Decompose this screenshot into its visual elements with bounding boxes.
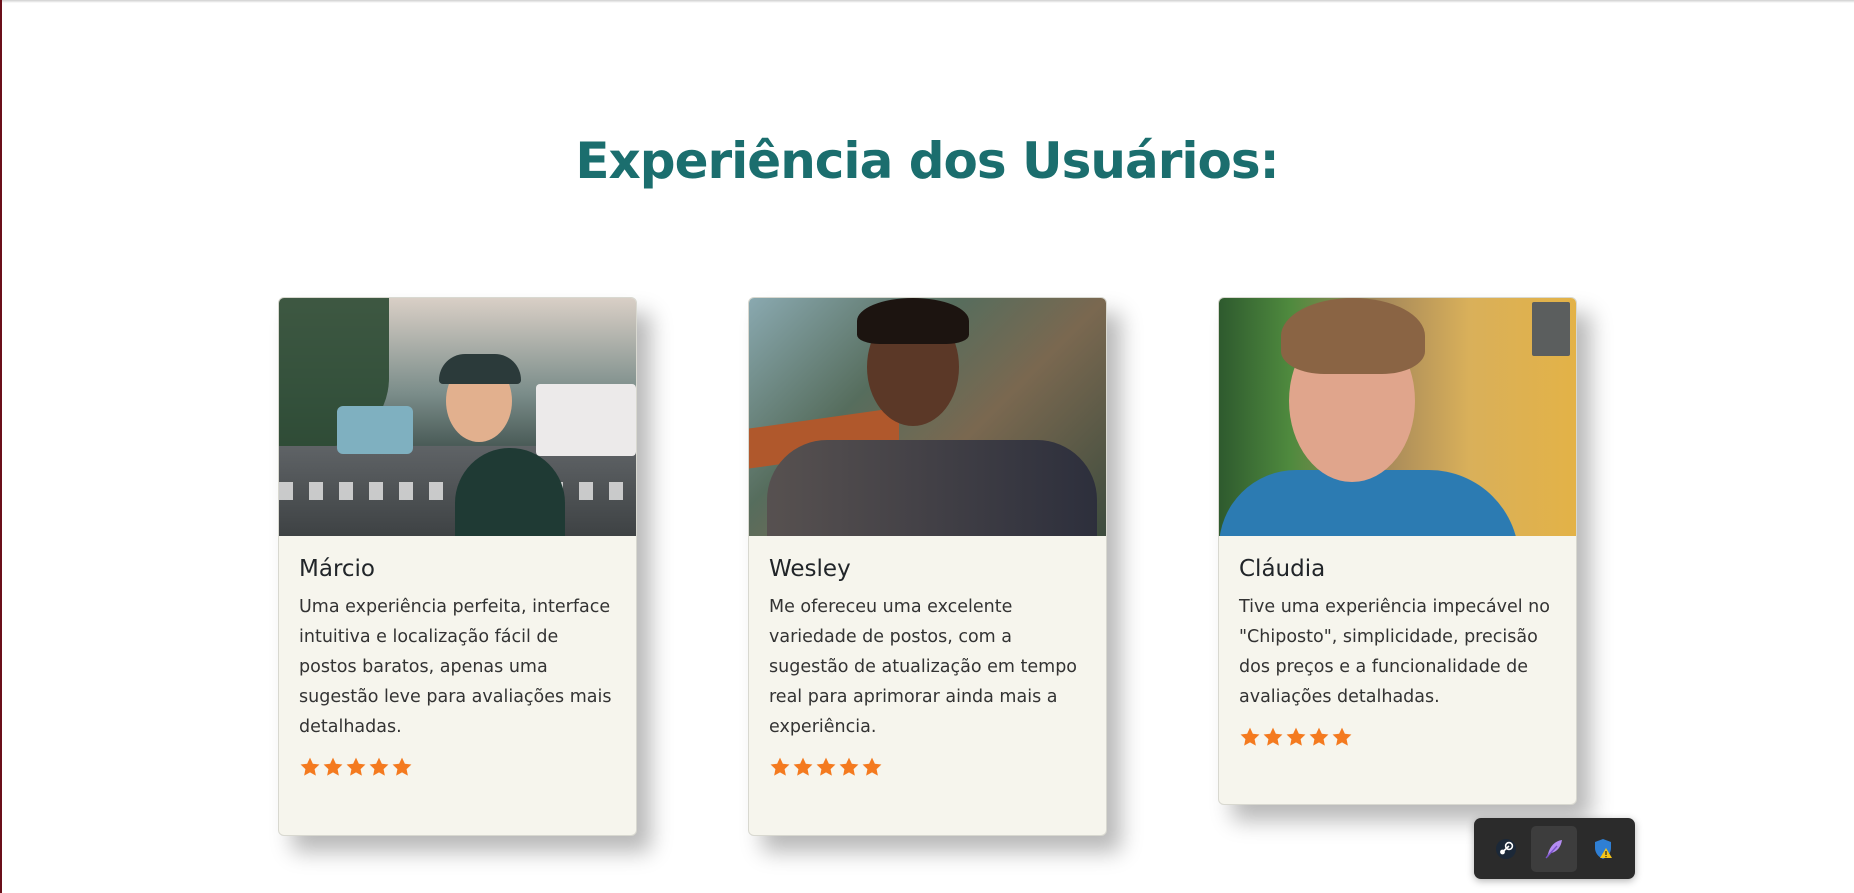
star-icon	[815, 756, 837, 778]
star-icon	[1262, 726, 1284, 748]
testimonial-text: Me ofereceu uma excelente variedade de p…	[769, 597, 1078, 737]
user-name: Márcio	[299, 556, 375, 582]
section-title: Experiência dos Usuários:	[575, 132, 1279, 190]
user-photo	[1219, 298, 1576, 536]
star-icon	[322, 756, 344, 778]
user-photo	[279, 298, 636, 536]
star-icon	[838, 756, 860, 778]
shield-warning-icon[interactable]	[1580, 826, 1626, 872]
star-icon	[299, 756, 321, 778]
user-name: Cláudia	[1239, 556, 1326, 582]
top-shadow	[0, 0, 1854, 3]
testimonial-card: Márcio Uma experiência perfeita, interfa…	[278, 297, 637, 836]
feather-icon[interactable]	[1531, 825, 1578, 872]
star-icon	[1331, 726, 1353, 748]
star-icon	[1239, 726, 1261, 748]
star-icon	[1285, 726, 1307, 748]
star-icon	[391, 756, 413, 778]
user-name: Wesley	[769, 556, 851, 582]
system-tray-popup	[1474, 818, 1635, 879]
user-photo	[749, 298, 1106, 536]
testimonial-card: Wesley Me ofereceu uma excelente varieda…	[748, 297, 1107, 836]
star-rating	[299, 756, 616, 778]
star-icon	[861, 756, 883, 778]
star-icon	[769, 756, 791, 778]
star-icon	[1308, 726, 1330, 748]
star-rating	[769, 756, 1086, 778]
star-icon	[792, 756, 814, 778]
star-icon	[345, 756, 367, 778]
testimonial-text: Tive uma experiência impecável no "Chipo…	[1239, 597, 1550, 707]
testimonial-text: Uma experiência perfeita, interface intu…	[299, 597, 612, 737]
star-icon	[368, 756, 390, 778]
steam-icon[interactable]	[1483, 826, 1529, 872]
star-rating	[1239, 726, 1556, 748]
testimonial-card: Cláudia Tive uma experiência impecável n…	[1218, 297, 1577, 805]
